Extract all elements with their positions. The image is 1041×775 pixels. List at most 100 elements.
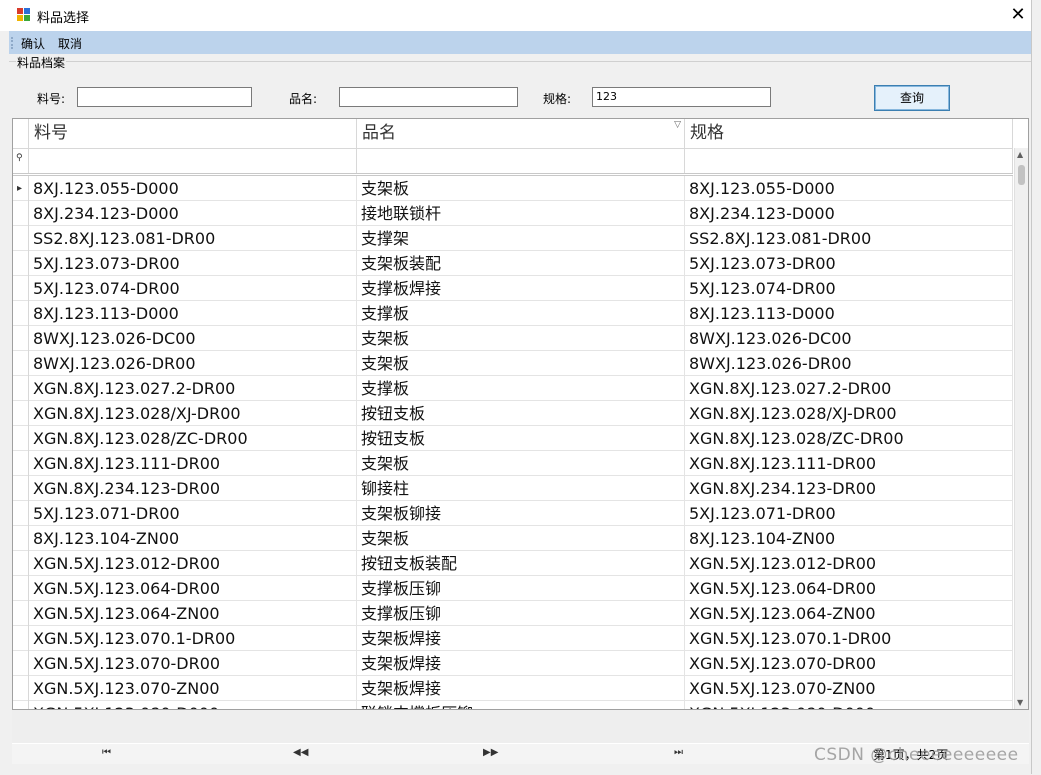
table-row[interactable]: XGN.5XJ.123.070-ZN00 支架板焊接 XGN.5XJ.123.070… bbox=[13, 676, 1013, 701]
cell-name[interactable]: 按钮支板装配 bbox=[357, 551, 685, 576]
cell-code[interactable]: XGN.5XJ.123.070-ZN00 bbox=[29, 676, 357, 701]
filter-icon[interactable]: ▽ bbox=[674, 119, 681, 131]
row-header[interactable] bbox=[13, 476, 29, 501]
table-row[interactable]: XGN.8XJ.123.027.2-DR00 支撑板 XGN.8XJ.123.027… bbox=[13, 376, 1013, 401]
cell-spec[interactable]: XGN.8XJ.234.123-DR00 bbox=[685, 476, 1013, 501]
row-header[interactable] bbox=[13, 601, 29, 626]
cell-name[interactable]: 联锁支撑板压铆 bbox=[357, 701, 685, 709]
cell-spec[interactable]: 8XJ.123.113-D000 bbox=[685, 301, 1013, 326]
cell-code[interactable]: 8XJ.123.104-ZN00 bbox=[29, 526, 357, 551]
cell-name[interactable]: 支架板焊接 bbox=[357, 651, 685, 676]
cell-spec[interactable]: 8WXJ.123.026-DC00 bbox=[685, 326, 1013, 351]
cell-name[interactable]: 支架板 bbox=[357, 351, 685, 376]
row-header[interactable] bbox=[13, 326, 29, 351]
row-header[interactable] bbox=[13, 526, 29, 551]
cell-spec[interactable]: 8WXJ.123.026-DR00 bbox=[685, 351, 1013, 376]
close-icon[interactable]: ✕ bbox=[1004, 0, 1032, 31]
query-button[interactable]: 查询 bbox=[874, 85, 950, 111]
row-header[interactable] bbox=[13, 276, 29, 301]
cell-spec[interactable]: XGN.5XJ.123.070.1-DR00 bbox=[685, 626, 1013, 651]
row-header[interactable] bbox=[13, 626, 29, 651]
row-header[interactable] bbox=[13, 676, 29, 701]
cell-code[interactable]: 8XJ.234.123-D000 bbox=[29, 201, 357, 226]
row-header[interactable] bbox=[13, 701, 29, 709]
table-row[interactable]: XGN.5XJ.123.064-DR00 支撑板压铆 XGN.5XJ.123.064… bbox=[13, 576, 1013, 601]
cell-spec[interactable]: XGN.5XJ.123.012-DR00 bbox=[685, 551, 1013, 576]
cell-code[interactable]: XGN.5XJ.123.070-DR00 bbox=[29, 651, 357, 676]
cell-code[interactable]: 8WXJ.123.026-DR00 bbox=[29, 351, 357, 376]
cell-spec[interactable]: SS2.8XJ.123.081-DR00 bbox=[685, 226, 1013, 251]
last-page-icon[interactable]: ⏭ bbox=[674, 747, 683, 758]
cell-code[interactable]: 8WXJ.123.026-DC00 bbox=[29, 326, 357, 351]
cell-name[interactable]: 支架板 bbox=[357, 176, 685, 201]
table-row[interactable]: XGN.8XJ.123.111-DR00 支架板 XGN.8XJ.123.111-D… bbox=[13, 451, 1013, 476]
row-header[interactable] bbox=[13, 401, 29, 426]
cell-code[interactable]: XGN.5XJ.123.064-DR00 bbox=[29, 576, 357, 601]
table-row[interactable]: XGN.5XJ.123.080-D000联锁支撑板压铆XGN.5XJ.123.0… bbox=[13, 701, 1013, 709]
cell-name[interactable]: 支架板 bbox=[357, 526, 685, 551]
row-header[interactable] bbox=[13, 451, 29, 476]
table-row[interactable]: 8XJ.123.104-ZN00 支架板 8XJ.123.104-ZN00 bbox=[13, 526, 1013, 551]
table-row[interactable]: XGN.5XJ.123.070-DR00 支架板焊接 XGN.5XJ.123.070… bbox=[13, 651, 1013, 676]
cell-code[interactable]: XGN.8XJ.123.111-DR00 bbox=[29, 451, 357, 476]
menu-grip[interactable] bbox=[11, 37, 15, 49]
cell-spec[interactable]: XGN.5XJ.123.070-DR00 bbox=[685, 651, 1013, 676]
column-header-spec[interactable]: 规格 bbox=[685, 119, 1013, 148]
filter-cell-name[interactable] bbox=[357, 148, 685, 173]
cell-spec[interactable]: XGN.8XJ.123.111-DR00 bbox=[685, 451, 1013, 476]
cell-name[interactable]: 支架板焊接 bbox=[357, 626, 685, 651]
table-row[interactable]: XGN.8XJ.123.028/XJ-DR00 按钮支板 XGN.8XJ.123.0… bbox=[13, 401, 1013, 426]
cell-spec[interactable]: 5XJ.123.073-DR00 bbox=[685, 251, 1013, 276]
row-header[interactable] bbox=[13, 351, 29, 376]
cell-spec[interactable]: 8XJ.123.055-D000 bbox=[685, 176, 1013, 201]
code-input[interactable] bbox=[77, 87, 252, 107]
cell-spec[interactable]: XGN.5XJ.123.064-ZN00 bbox=[685, 601, 1013, 626]
cell-name[interactable]: 按钮支板 bbox=[357, 401, 685, 426]
row-header[interactable] bbox=[13, 576, 29, 601]
table-row[interactable]: 5XJ.123.071-DR00 支架板铆接 5XJ.123.071-DR00 bbox=[13, 501, 1013, 526]
cell-name[interactable]: 按钮支板 bbox=[357, 426, 685, 451]
cell-code[interactable]: XGN.5XJ.123.080-D000 bbox=[29, 701, 357, 709]
cell-name[interactable]: 支撑架 bbox=[357, 226, 685, 251]
cell-code[interactable]: XGN.5XJ.123.012-DR00 bbox=[29, 551, 357, 576]
cell-code[interactable]: XGN.8XJ.123.028/XJ-DR00 bbox=[29, 401, 357, 426]
table-row[interactable]: XGN.8XJ.123.028/ZC-DR00 按钮支板 XGN.8XJ.123.0… bbox=[13, 426, 1013, 451]
row-header[interactable]: ▸ bbox=[13, 176, 29, 201]
cell-name[interactable]: 支架板铆接 bbox=[357, 501, 685, 526]
cell-spec[interactable]: 5XJ.123.074-DR00 bbox=[685, 276, 1013, 301]
table-row[interactable]: XGN.5XJ.123.070.1-DR00 支架板焊接 XGN.5XJ.123.0… bbox=[13, 626, 1013, 651]
table-row[interactable]: 8XJ.123.113-D000 支撑板 8XJ.123.113-D000 bbox=[13, 301, 1013, 326]
prev-page-icon[interactable]: ◀◀ bbox=[293, 747, 308, 758]
filter-cell-spec[interactable] bbox=[685, 148, 1013, 173]
cell-spec[interactable]: XGN.8XJ.123.028/ZC-DR00 bbox=[685, 426, 1013, 451]
cell-spec[interactable]: 8XJ.234.123-D000 bbox=[685, 201, 1013, 226]
table-row[interactable]: SS2.8XJ.123.081-DR00 支撑架 SS2.8XJ.123.081-D… bbox=[13, 226, 1013, 251]
cell-name[interactable]: 支撑板焊接 bbox=[357, 276, 685, 301]
cell-code[interactable]: 5XJ.123.074-DR00 bbox=[29, 276, 357, 301]
cell-name[interactable]: 支撑板 bbox=[357, 376, 685, 401]
table-row[interactable]: 8XJ.234.123-D000 接地联锁杆 8XJ.234.123-D000 bbox=[13, 201, 1013, 226]
row-header[interactable] bbox=[13, 426, 29, 451]
cell-spec[interactable]: XGN.8XJ.123.028/XJ-DR00 bbox=[685, 401, 1013, 426]
column-header-code[interactable]: 料号 bbox=[29, 119, 357, 148]
table-row[interactable]: ▸ 8XJ.123.055-D000 支架板 8XJ.123.055-D000 bbox=[13, 176, 1013, 201]
cancel-menu-item[interactable]: 取消 bbox=[58, 35, 82, 52]
next-page-icon[interactable]: ▶▶ bbox=[483, 747, 498, 758]
cell-name[interactable]: 支架板 bbox=[357, 326, 685, 351]
cell-name[interactable]: 支架板装配 bbox=[357, 251, 685, 276]
cell-code[interactable]: 8XJ.123.055-D000 bbox=[29, 176, 357, 201]
row-header[interactable] bbox=[13, 226, 29, 251]
row-header[interactable] bbox=[13, 651, 29, 676]
cell-code[interactable]: 8XJ.123.113-D000 bbox=[29, 301, 357, 326]
cell-name[interactable]: 支撑板压铆 bbox=[357, 576, 685, 601]
name-input[interactable] bbox=[339, 87, 518, 107]
scroll-up-icon[interactable]: ▲ bbox=[1017, 150, 1023, 159]
table-row[interactable]: 8WXJ.123.026-DR00 支架板 8WXJ.123.026-DR00 bbox=[13, 351, 1013, 376]
cell-spec[interactable]: XGN.5XJ.123.064-DR00 bbox=[685, 576, 1013, 601]
cell-spec[interactable]: 8XJ.123.104-ZN00 bbox=[685, 526, 1013, 551]
cell-code[interactable]: 5XJ.123.071-DR00 bbox=[29, 501, 357, 526]
cell-name[interactable]: 支架板 bbox=[357, 451, 685, 476]
cell-code[interactable]: XGN.8XJ.123.027.2-DR00 bbox=[29, 376, 357, 401]
cell-code[interactable]: SS2.8XJ.123.081-DR00 bbox=[29, 226, 357, 251]
cell-name[interactable]: 支架板焊接 bbox=[357, 676, 685, 701]
